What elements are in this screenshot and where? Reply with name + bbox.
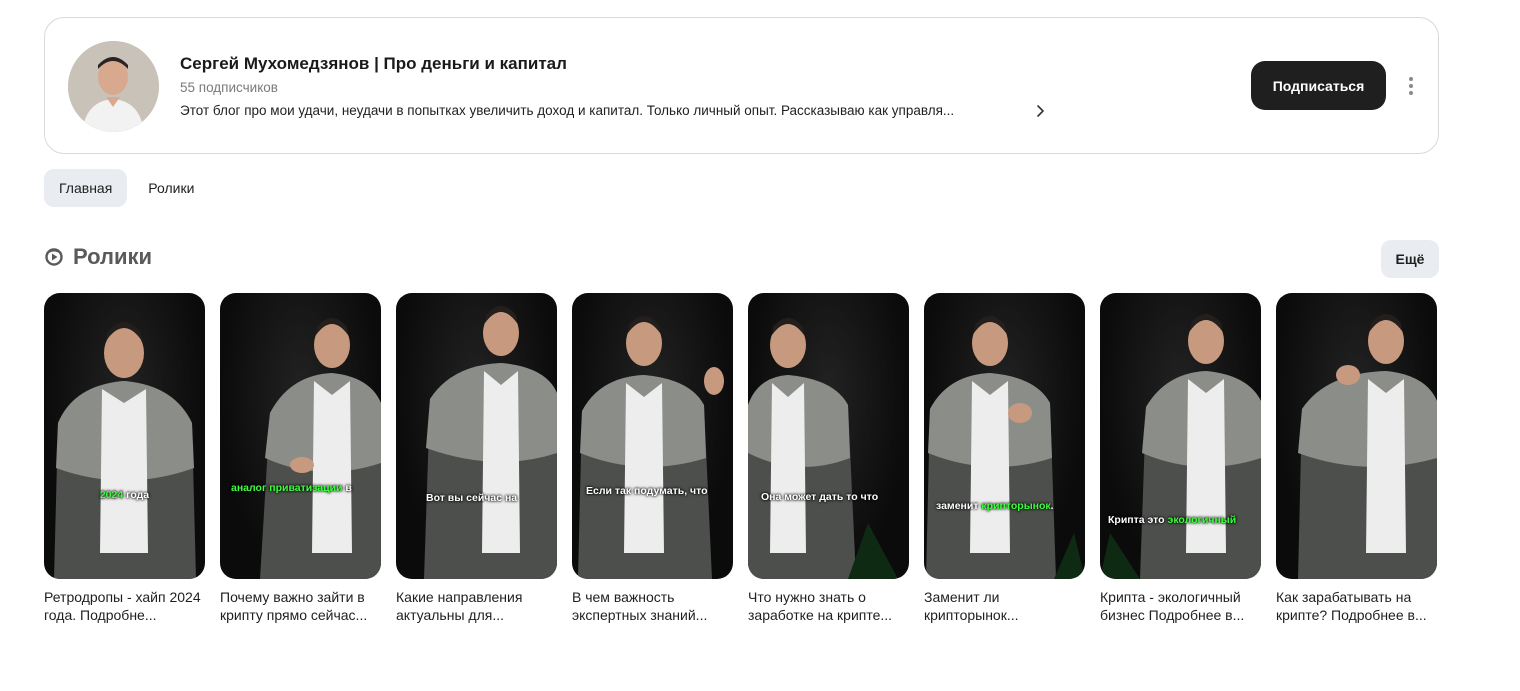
avatar-photo-icon: [68, 41, 159, 132]
channel-header-card: Сергей Мухомедзянов | Про деньги и капит…: [44, 17, 1439, 154]
short-title[interactable]: В чем важность экспертных знаний...: [572, 588, 733, 624]
subscribe-button[interactable]: Подписаться: [1251, 61, 1386, 110]
person-photo-icon: [926, 316, 1085, 579]
short-caption: Она может дать то что: [761, 491, 879, 503]
short-caption: Вот вы сейчас на: [426, 492, 518, 504]
short-card[interactable]: 2024 года Ретродропы - хайп 2024 года. П…: [44, 293, 205, 624]
person-photo-icon: [1100, 314, 1261, 579]
short-card[interactable]: Если так подумать, что В чем важность эк…: [572, 293, 733, 624]
short-thumbnail[interactable]: Она может дать то что: [748, 293, 909, 579]
short-card[interactable]: Как зарабатывать на крипте? Подробнее в.…: [1276, 293, 1437, 624]
channel-avatar[interactable]: [68, 41, 159, 132]
shorts-row: 2024 года Ретродропы - хайп 2024 года. П…: [44, 293, 1437, 624]
more-vertical-icon[interactable]: [1403, 73, 1419, 99]
channel-description-row[interactable]: Этот блог про мои удачи, неудачи в попыт…: [180, 103, 1047, 118]
short-card[interactable]: Она может дать то что Что нужно знать о …: [748, 293, 909, 624]
channel-tabs: Главная Ролики: [44, 169, 209, 207]
person-photo-icon: [424, 306, 557, 579]
short-title[interactable]: Почему важно зайти в крипту прямо сейчас…: [220, 588, 381, 624]
short-card[interactable]: аналог приватизации в Почему важно зайти…: [220, 293, 381, 624]
short-thumbnail[interactable]: аналог приватизации в: [220, 293, 381, 579]
subscriber-count: 55 подписчиков: [180, 80, 278, 95]
short-title[interactable]: Заменит ли крипторынок...: [924, 588, 1085, 624]
short-thumbnail[interactable]: Если так подумать, что: [572, 293, 733, 579]
short-caption: Если так подумать, что: [586, 485, 708, 497]
short-title[interactable]: Какие направления актуальны для...: [396, 588, 557, 624]
channel-name: Сергей Мухомедзянов | Про деньги и капит…: [180, 54, 567, 73]
person-photo-icon: [1298, 314, 1437, 579]
short-card[interactable]: заменит крипторынок. Заменит ли крипторы…: [924, 293, 1085, 624]
short-title[interactable]: Ретродропы - хайп 2024 года. Подробне...: [44, 588, 205, 624]
tab-main[interactable]: Главная: [44, 169, 128, 207]
short-card[interactable]: Крипта это экологичный Крипта - экологич…: [1100, 293, 1261, 624]
person-photo-icon: [578, 316, 724, 579]
short-title[interactable]: Как зарабатывать на крипте? Подробнее в.…: [1276, 588, 1437, 624]
person-photo-icon: [54, 322, 196, 579]
short-title[interactable]: Что нужно знать о заработке на крипте...: [748, 588, 909, 624]
person-photo-icon: [260, 318, 381, 579]
short-card[interactable]: Вот вы сейчас на Какие направления актуа…: [396, 293, 557, 624]
shorts-icon: [45, 248, 63, 266]
chevron-right-icon[interactable]: [1033, 104, 1047, 118]
short-caption: аналог приватизации в: [231, 482, 352, 494]
short-thumbnail[interactable]: [1276, 293, 1437, 579]
short-thumbnail[interactable]: 2024 года: [44, 293, 205, 579]
short-caption: 2024 года: [99, 489, 150, 501]
short-thumbnail[interactable]: Вот вы сейчас на: [396, 293, 557, 579]
short-title[interactable]: Крипта - экологичный бизнес Подробнее в.…: [1100, 588, 1261, 624]
short-thumbnail[interactable]: заменит крипторынок.: [924, 293, 1085, 579]
short-thumbnail[interactable]: Крипта это экологичный: [1100, 293, 1261, 579]
section-title: Ролики: [73, 244, 153, 269]
tab-shorts[interactable]: Ролики: [133, 169, 209, 207]
channel-description: Этот блог про мои удачи, неудачи в попыт…: [180, 103, 955, 118]
person-photo-icon: [748, 318, 898, 579]
short-caption: Крипта это экологичный: [1108, 514, 1237, 526]
show-more-button[interactable]: Ещё: [1381, 240, 1439, 278]
shorts-section-header: Ролики: [44, 244, 152, 270]
short-caption: заменит крипторынок.: [936, 500, 1054, 512]
